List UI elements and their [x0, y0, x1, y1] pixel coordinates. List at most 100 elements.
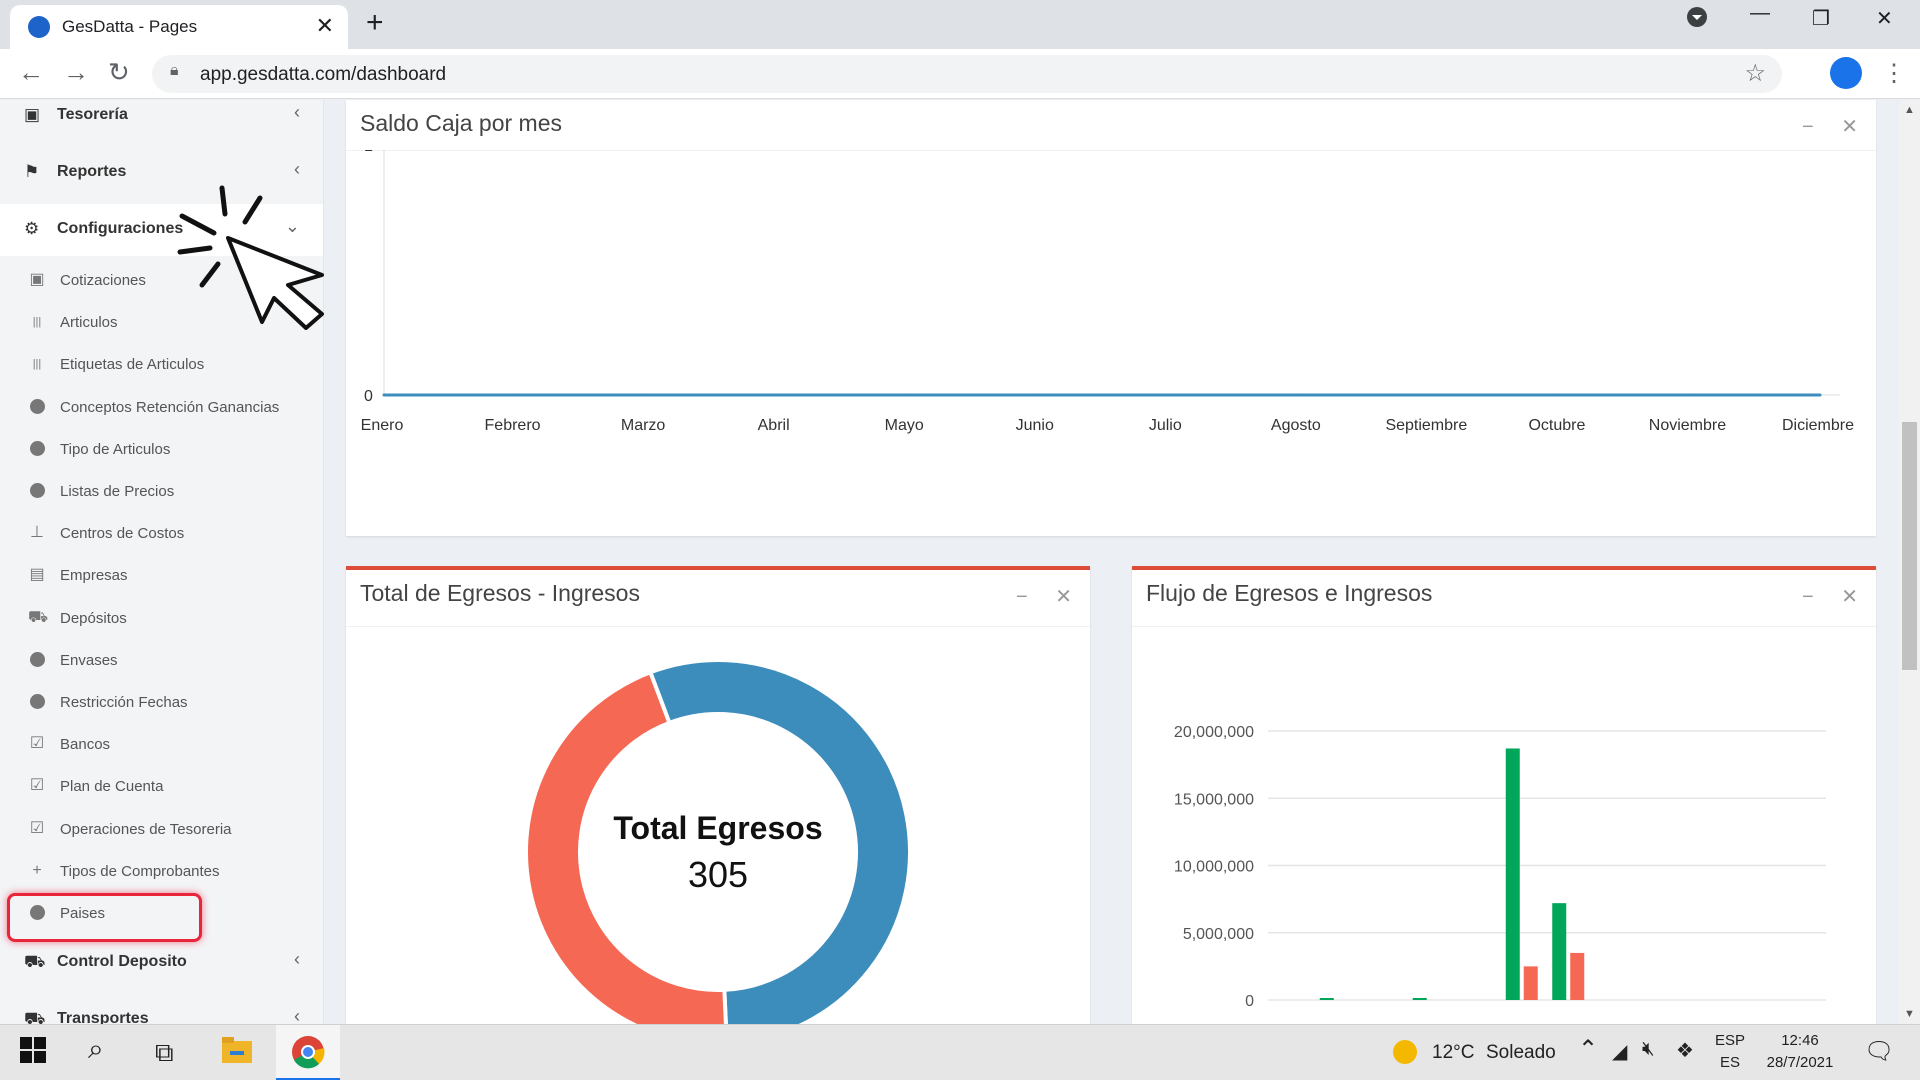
sidebar-item-label: Tipos de Comprobantes: [60, 862, 220, 880]
windows-start-icon[interactable]: [20, 1037, 46, 1070]
donut-center-label: Total Egresos: [613, 810, 823, 846]
sidebar-item-bancos[interactable]: ☑ Bancos: [0, 725, 323, 765]
x-tick-label: Diciembre: [1782, 417, 1854, 434]
pie-slice[interactable]: [647, 658, 912, 1037]
saldo-line-chart: 0 1 Enero Febrero Marzo Abril Mayo Junio Julio Ag…: [361, 150, 1854, 434]
data-point: [1557, 393, 1561, 397]
input-layout[interactable]: ES: [1712, 1054, 1748, 1071]
sidebar-item-operaciones-de-tesoreria[interactable]: ☑ Operaciones de Tesoreria: [0, 810, 323, 850]
dropbox-icon[interactable]: ❖: [1676, 1038, 1694, 1063]
profile-avatar[interactable]: [1830, 57, 1862, 89]
restore-window-icon[interactable]: ❐: [1812, 6, 1830, 31]
cursor-pointer-icon: [177, 185, 324, 330]
barcode-icon: |||: [32, 316, 42, 329]
page-scrollbar[interactable]: ▲ ▼: [1899, 100, 1920, 1024]
minimize-icon[interactable]: −: [1016, 586, 1028, 608]
minimize-icon[interactable]: −: [1802, 586, 1814, 608]
file-explorer-icon[interactable]: [222, 1037, 252, 1070]
box-title: Total de Egresos - Ingresos: [360, 580, 640, 606]
chevron-left-icon: ‹: [294, 102, 300, 122]
chrome-taskbar-button[interactable]: [276, 1025, 340, 1080]
flujo-bar-chart: 0 5,000,000 10,000,000 15,000,000 20,000,000: [1174, 724, 1826, 1010]
sidebar-item-label: Etiquetas de Articulos: [60, 356, 205, 374]
browser-menu-icon[interactable]: ⋮: [1882, 59, 1906, 88]
tab-close-icon[interactable]: ✕: [316, 13, 334, 39]
bar[interactable]: [1319, 998, 1334, 1000]
sidebar-item-label: Plan de Cuenta: [60, 778, 164, 796]
weather-temperature[interactable]: 12°C: [1432, 1042, 1474, 1064]
scroll-up-icon[interactable]: ▲: [1904, 104, 1915, 116]
bar[interactable]: [1552, 903, 1567, 1000]
data-point: [774, 393, 778, 397]
sidebar-item-label: Listas de Precios: [60, 483, 175, 500]
total-egresos-box: Total de Egresos - Ingresos − ✕ Total Eg…: [346, 566, 1090, 1037]
truck-icon: ⛟: [28, 608, 49, 626]
input-language[interactable]: ESP: [1712, 1032, 1748, 1049]
data-point: [1687, 393, 1691, 397]
sidebar-menu-tesoreria[interactable]: ▣ Tesorería ‹: [0, 100, 323, 142]
url-text[interactable]: app.gesdatta.com/dashboard: [200, 64, 446, 86]
x-tick-label: Mayo: [885, 417, 924, 434]
reload-icon[interactable]: ↻: [108, 57, 130, 88]
sidebar-item-restricci-n-fechas[interactable]: Restricción Fechas: [0, 683, 323, 723]
back-icon[interactable]: ←: [18, 57, 44, 88]
browser-tab[interactable]: GesDatta - Pages ✕: [10, 5, 348, 49]
sidebar-item-conceptos-retenci-n-ganancias[interactable]: Conceptos Retención Ganancias: [0, 388, 323, 428]
show-hidden-icons-chevron-icon[interactable]: ⌃: [1578, 1035, 1598, 1064]
y-tick-label: 0: [1245, 993, 1254, 1010]
sidebar-item-centros-de-costos[interactable]: ⊥ Centros de Costos: [0, 514, 323, 554]
close-icon[interactable]: ✕: [1841, 586, 1858, 608]
data-point: [1165, 393, 1169, 397]
data-point: [513, 393, 517, 397]
sidebar-item-empresas[interactable]: ▤ Empresas: [0, 556, 323, 596]
scroll-down-icon[interactable]: ▼: [1904, 1008, 1915, 1020]
network-icon[interactable]: ◢: [1612, 1039, 1627, 1064]
x-tick-label: Julio: [1149, 417, 1182, 434]
circle-icon: [28, 482, 46, 500]
data-point: [382, 393, 386, 397]
bar[interactable]: [1505, 748, 1520, 1000]
sidebar-item-tipos-de-comprobantes[interactable]: + Tipos de Comprobantes: [0, 852, 323, 892]
close-icon[interactable]: ✕: [1055, 586, 1072, 608]
sidebar-menu-control-deposito[interactable]: ⛟ Control Deposito ‹: [0, 937, 323, 989]
bar[interactable]: [1523, 966, 1538, 1000]
notifications-icon[interactable]: 🗨︎: [1864, 1037, 1894, 1066]
sidebar-item-etiquetas-de-articulos[interactable]: ||| Etiquetas de Articulos: [0, 345, 323, 385]
browser-toolbar: ← → ↻ 🔒︎ app.gesdatta.com/dashboard ☆ ⋮: [0, 49, 1920, 99]
truck-icon: ⛟: [24, 952, 46, 971]
address-bar[interactable]: 🔒︎ app.gesdatta.com/dashboard ☆: [152, 55, 1782, 93]
close-window-icon[interactable]: ✕: [1876, 6, 1893, 31]
close-icon[interactable]: ✕: [1841, 116, 1858, 138]
bar[interactable]: [1412, 998, 1427, 1000]
sidebar-item-plan-de-cuenta[interactable]: ☑ Plan de Cuenta: [0, 767, 323, 807]
forward-icon[interactable]: →: [63, 57, 89, 88]
sidebar-item-tipo-de-articulos[interactable]: Tipo de Articulos: [0, 430, 323, 470]
sidebar-menu-label: Transportes: [57, 1010, 149, 1024]
y-tick-label: 20,000,000: [1174, 724, 1254, 741]
sidebar-item-envases[interactable]: Envases: [0, 641, 323, 681]
browser-tabstrip: GesDatta - Pages ✕ + — ❐ ✕: [0, 0, 1920, 49]
x-tick-label: Junio: [1016, 417, 1054, 434]
circle-icon: [28, 398, 46, 416]
weather-condition[interactable]: Soleado: [1486, 1042, 1556, 1064]
scrollbar-thumb[interactable]: [1902, 422, 1917, 670]
sidebar-menu-transportes[interactable]: ⛟ Transportes ‹: [0, 994, 323, 1024]
tab-search-icon[interactable]: [1686, 6, 1708, 34]
minimize-icon[interactable]: −: [1802, 116, 1814, 138]
sidebar-item-listas-de-precios[interactable]: Listas de Precios: [0, 472, 323, 512]
clock-time[interactable]: 12:46: [1762, 1032, 1838, 1049]
sidebar-item-dep-sitos[interactable]: ⛟ Depósitos: [0, 599, 323, 639]
x-tick-label: Octubre: [1528, 417, 1585, 434]
circle-icon: [28, 651, 46, 669]
clock-date[interactable]: 28/7/2021: [1756, 1054, 1844, 1071]
bookmark-star-icon[interactable]: ☆: [1744, 59, 1766, 88]
volume-muted-icon[interactable]: 🔇︎: [1642, 1038, 1655, 1061]
new-tab-button[interactable]: +: [366, 6, 384, 40]
sidebar-item-label: Depósitos: [60, 609, 127, 627]
bar[interactable]: [1570, 952, 1585, 1000]
search-icon[interactable]: ⌕: [88, 1033, 104, 1066]
weather-sun-icon[interactable]: [1392, 1039, 1418, 1072]
minimize-window-icon[interactable]: —: [1750, 2, 1770, 25]
task-view-icon[interactable]: ⧉: [155, 1037, 174, 1069]
circle-icon: [28, 693, 46, 711]
